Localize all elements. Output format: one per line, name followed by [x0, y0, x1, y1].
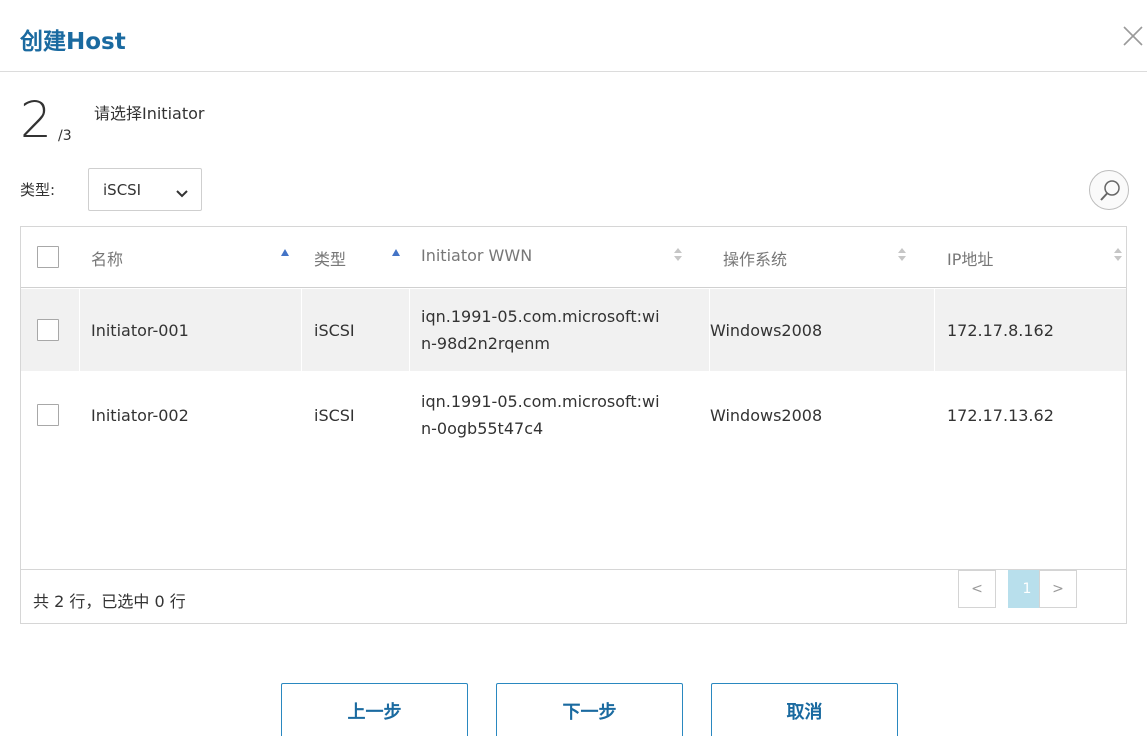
dialog-header: 创建Host	[0, 0, 1147, 72]
pagination: < 1 >	[958, 570, 1108, 608]
type-filter-label: 类型:	[20, 181, 56, 199]
column-header-type[interactable]: 类型	[314, 246, 346, 270]
row-checkbox[interactable]	[37, 404, 59, 426]
cell-ip: 172.17.8.162	[947, 321, 1054, 340]
sort-icon[interactable]	[674, 248, 682, 262]
sort-asc-icon[interactable]	[281, 249, 289, 256]
create-host-dialog: 创建Host 2 /3 请选择Initiator 类型: iSCSI 名称 类型…	[0, 0, 1147, 736]
search-button[interactable]	[1089, 170, 1129, 210]
chevron-down-icon	[176, 184, 188, 203]
next-step-button[interactable]: 下一步	[496, 683, 683, 736]
step-total: /3	[58, 128, 72, 144]
column-header-name[interactable]: 名称	[91, 246, 123, 270]
prev-page-button[interactable]: <	[958, 570, 996, 608]
cell-name: Initiator-001	[91, 321, 189, 340]
cell-type: iSCSI	[314, 406, 355, 425]
cancel-button[interactable]: 取消	[711, 683, 898, 736]
row-checkbox[interactable]	[37, 319, 59, 341]
cell-wwn-line1: iqn.1991-05.com.microsoft:wi	[421, 307, 660, 326]
column-header-ip[interactable]: IP地址	[947, 246, 993, 270]
sort-icon[interactable]	[898, 248, 906, 262]
table-row[interactable]: Initiator-002 iSCSI iqn.1991-05.com.micr…	[21, 371, 1126, 453]
prev-step-button[interactable]: 上一步	[281, 683, 468, 736]
cell-wwn-line2: n-98d2n2rqenm	[421, 334, 550, 353]
cell-ip: 172.17.13.62	[947, 406, 1054, 425]
row-count-status: 共 2 行，已选中 0 行	[33, 592, 186, 611]
cell-name: Initiator-002	[91, 406, 189, 425]
table-row[interactable]: Initiator-001 iSCSI iqn.1991-05.com.micr…	[21, 289, 1126, 371]
search-icon	[1100, 180, 1120, 201]
next-page-button[interactable]: >	[1039, 570, 1077, 608]
sort-asc-icon[interactable]	[392, 249, 400, 256]
dialog-title: 创建Host	[20, 29, 126, 55]
type-select[interactable]: iSCSI	[88, 168, 202, 211]
type-select-value: iSCSI	[103, 181, 142, 199]
column-header-os[interactable]: 操作系统	[723, 246, 787, 270]
column-header-wwn[interactable]: Initiator WWN	[421, 246, 532, 265]
step-label: 请选择Initiator	[94, 104, 205, 123]
step-current: 2	[20, 91, 52, 149]
cell-type: iSCSI	[314, 321, 355, 340]
select-all-checkbox[interactable]	[37, 246, 59, 268]
cell-wwn-line1: iqn.1991-05.com.microsoft:wi	[421, 392, 660, 411]
cell-os: Windows2008	[710, 406, 823, 425]
sort-icon[interactable]	[1114, 248, 1122, 262]
table-header: 名称 类型 Initiator WWN 操作系统 IP地址	[21, 227, 1126, 288]
cell-wwn-line2: n-0ogb55t47c4	[421, 419, 544, 438]
cell-os: Windows2008	[710, 321, 823, 340]
table-footer: 共 2 行，已选中 0 行 < 1 >	[21, 569, 1126, 624]
close-icon[interactable]	[1122, 22, 1144, 48]
initiator-table: 名称 类型 Initiator WWN 操作系统 IP地址 Initiator-…	[20, 226, 1127, 624]
